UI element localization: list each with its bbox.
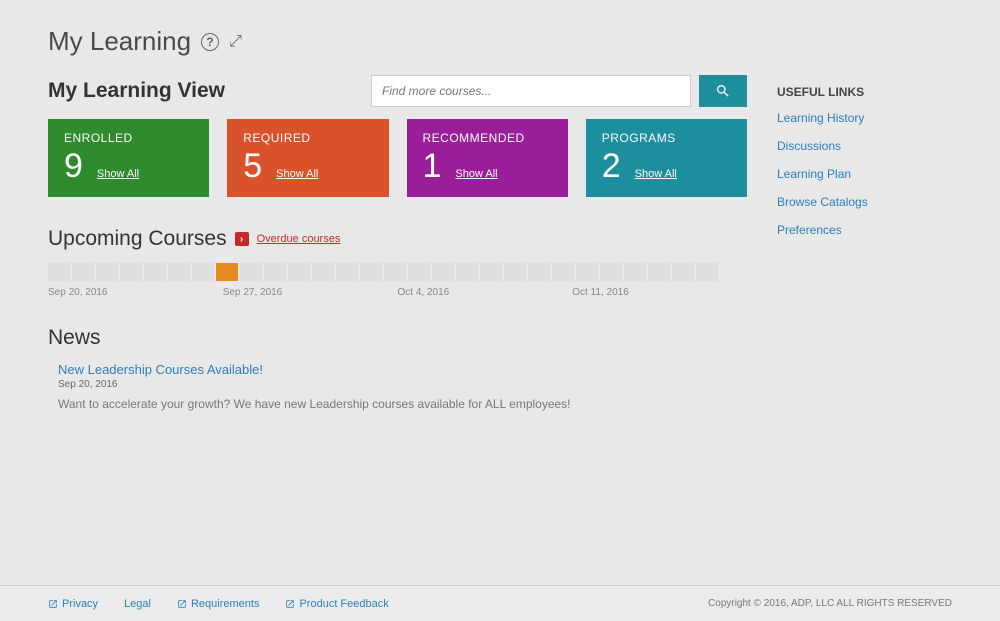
tile-programs-showall[interactable]: Show All	[635, 168, 677, 180]
tile-programs-label: PROGRAMS	[602, 131, 731, 145]
footer-privacy-link[interactable]: Privacy	[48, 598, 98, 610]
section-my-learning-view: My Learning View	[48, 79, 225, 103]
timeline-cell	[696, 263, 718, 281]
help-icon[interactable]: ?	[201, 33, 219, 51]
tile-required-label: REQUIRED	[243, 131, 372, 145]
timeline-cell	[96, 263, 118, 281]
timeline-cell	[528, 263, 550, 281]
timeline-date: Oct 4, 2016	[398, 287, 573, 298]
timeline	[48, 263, 747, 281]
timeline-labels: Sep 20, 2016 Sep 27, 2016 Oct 4, 2016 Oc…	[48, 287, 747, 298]
tile-recommended-showall[interactable]: Show All	[455, 168, 497, 180]
overdue-courses-link[interactable]: Overdue courses	[257, 233, 341, 245]
timeline-cell	[360, 263, 382, 281]
timeline-cell	[312, 263, 334, 281]
tile-required-showall[interactable]: Show All	[276, 168, 318, 180]
timeline-cell	[120, 263, 142, 281]
sidebar-title: USEFUL LINKS	[777, 85, 952, 99]
section-news-title: News	[48, 326, 101, 350]
tile-enrolled-count: 9	[64, 147, 83, 186]
news-body: Want to accelerate your growth? We have …	[58, 396, 578, 413]
tile-required-count: 5	[243, 147, 262, 186]
sidebar-link-learning-plan[interactable]: Learning Plan	[777, 167, 952, 181]
timeline-cell	[576, 263, 598, 281]
tile-recommended[interactable]: RECOMMENDED 1 Show All	[407, 119, 568, 197]
tile-enrolled-label: ENROLLED	[64, 131, 193, 145]
tile-programs[interactable]: PROGRAMS 2 Show All	[586, 119, 747, 197]
footer-privacy-label: Privacy	[62, 598, 98, 610]
expand-icon[interactable]: ⤢	[229, 33, 242, 51]
timeline-cell	[480, 263, 502, 281]
sidebar-link-preferences[interactable]: Preferences	[777, 223, 952, 237]
footer-legal-label: Legal	[124, 598, 151, 610]
timeline-cell	[408, 263, 430, 281]
timeline-cell	[504, 263, 526, 281]
news-headline-link[interactable]: New Leadership Courses Available!	[58, 362, 747, 377]
search-button[interactable]	[699, 75, 747, 107]
timeline-cell-active	[216, 263, 238, 281]
timeline-cell	[384, 263, 406, 281]
external-link-icon	[48, 599, 58, 609]
sidebar-link-browse-catalogs[interactable]: Browse Catalogs	[777, 195, 952, 209]
timeline-cell	[624, 263, 646, 281]
external-link-icon	[285, 599, 295, 609]
timeline-cell	[456, 263, 478, 281]
news-item: New Leadership Courses Available! Sep 20…	[58, 362, 747, 413]
tile-required[interactable]: REQUIRED 5 Show All	[227, 119, 388, 197]
news-date: Sep 20, 2016	[58, 379, 747, 390]
timeline-cell	[192, 263, 214, 281]
timeline-cell	[168, 263, 190, 281]
search-input[interactable]	[371, 75, 691, 107]
page-title: My Learning	[48, 26, 191, 57]
tile-recommended-label: RECOMMENDED	[423, 131, 552, 145]
tile-enrolled[interactable]: ENROLLED 9 Show All	[48, 119, 209, 197]
footer-feedback-label: Product Feedback	[299, 598, 388, 610]
tile-enrolled-showall[interactable]: Show All	[97, 168, 139, 180]
timeline-cell	[600, 263, 622, 281]
overdue-badge-icon: ›	[235, 232, 249, 246]
timeline-cell	[336, 263, 358, 281]
tile-programs-count: 2	[602, 147, 621, 186]
sidebar-link-learning-history[interactable]: Learning History	[777, 111, 952, 125]
timeline-cell	[72, 263, 94, 281]
timeline-cell	[240, 263, 262, 281]
timeline-date: Sep 20, 2016	[48, 287, 223, 298]
timeline-date: Oct 11, 2016	[572, 287, 747, 298]
section-upcoming-title: Upcoming Courses	[48, 227, 227, 251]
sidebar-link-discussions[interactable]: Discussions	[777, 139, 952, 153]
timeline-cell	[288, 263, 310, 281]
search-icon	[715, 83, 731, 99]
timeline-cell	[264, 263, 286, 281]
footer-legal-link[interactable]: Legal	[124, 598, 151, 610]
timeline-cell	[672, 263, 694, 281]
external-link-icon	[177, 599, 187, 609]
timeline-cell	[648, 263, 670, 281]
footer-requirements-label: Requirements	[191, 598, 259, 610]
timeline-cell	[552, 263, 574, 281]
footer-feedback-link[interactable]: Product Feedback	[285, 598, 388, 610]
timeline-cell	[144, 263, 166, 281]
footer-copyright: Copyright © 2016, ADP, LLC ALL RIGHTS RE…	[708, 598, 952, 609]
timeline-cell	[48, 263, 70, 281]
timeline-cell	[432, 263, 454, 281]
footer-requirements-link[interactable]: Requirements	[177, 598, 259, 610]
timeline-date: Sep 27, 2016	[223, 287, 398, 298]
tile-recommended-count: 1	[423, 147, 442, 186]
